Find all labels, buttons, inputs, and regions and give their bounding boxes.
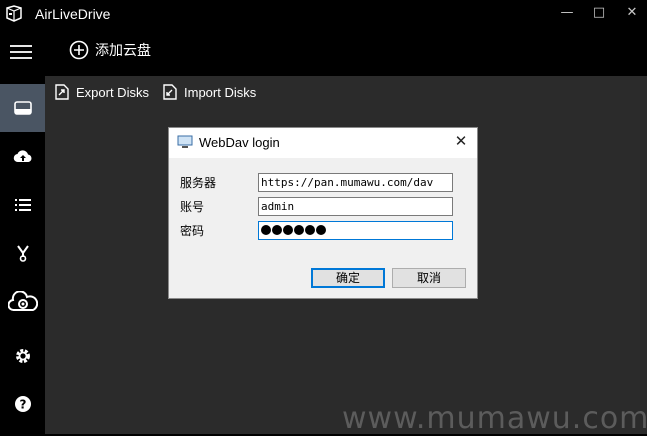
app-logo-icon <box>6 5 22 22</box>
import-disks-button[interactable]: Import Disks <box>163 84 256 100</box>
gear-icon <box>15 349 30 363</box>
server-input[interactable]: https://pan.mumawu.com/dav <box>258 173 453 192</box>
sidebar-item-upload[interactable] <box>0 133 45 181</box>
password-mask-dot <box>261 225 271 235</box>
dialog-title-bar: WebDav login ✕ <box>169 128 477 158</box>
account-input[interactable]: admin <box>258 197 453 216</box>
sidebar-item-list[interactable] <box>0 181 45 229</box>
import-file-icon <box>163 84 177 100</box>
password-input[interactable] <box>258 221 453 240</box>
cloud-upload-icon <box>13 150 31 163</box>
password-mask-dot <box>305 225 315 235</box>
export-disks-button[interactable]: Export Disks <box>55 84 149 100</box>
sidebar-item-cloud-settings[interactable] <box>0 278 45 326</box>
sidebar-item-drives[interactable] <box>0 84 45 132</box>
app-title: AirLiveDrive <box>35 6 111 22</box>
list-icon <box>14 199 31 211</box>
password-mask-dot <box>316 225 326 235</box>
sidebar-item-settings[interactable] <box>0 332 45 380</box>
help-icon: ? <box>14 396 31 412</box>
plus-circle-icon <box>69 40 89 60</box>
cloud-gear-icon <box>7 291 38 311</box>
export-file-icon <box>55 84 69 100</box>
cancel-button[interactable]: 取消 <box>392 268 466 288</box>
dialog-close-icon[interactable]: ✕ <box>453 133 469 149</box>
password-label: 密码 <box>180 224 205 238</box>
password-mask-dot <box>294 225 304 235</box>
sidebar-item-branch[interactable] <box>0 229 45 277</box>
dialog-title: WebDav login <box>199 135 280 150</box>
account-label: 账号 <box>180 200 205 214</box>
webdav-login-dialog: WebDav login ✕ 服务器 https://pan.mumawu.co… <box>168 127 478 299</box>
close-button[interactable]: ✕ <box>615 0 647 28</box>
monitor-icon <box>177 135 193 148</box>
password-mask-dot <box>283 225 293 235</box>
watermark-text: www.mumawu.com <box>342 401 647 436</box>
minimize-button[interactable]: — <box>550 0 584 28</box>
add-cloud-button[interactable]: 添加云盘 <box>69 40 151 60</box>
add-cloud-label: 添加云盘 <box>95 43 151 59</box>
y-branch-icon <box>16 245 29 262</box>
title-bar: AirLiveDrive — □ ✕ <box>0 0 647 28</box>
server-label: 服务器 <box>180 176 217 190</box>
menu-icon[interactable] <box>10 45 32 59</box>
svg-text:?: ? <box>19 398 26 412</box>
import-disks-label: Import Disks <box>184 84 257 100</box>
drive-icon <box>13 101 32 115</box>
ok-button[interactable]: 确定 <box>311 268 385 288</box>
sidebar-item-help[interactable]: ? <box>0 380 45 428</box>
maximize-button[interactable]: □ <box>582 0 616 28</box>
password-mask-dot <box>272 225 282 235</box>
export-disks-label: Export Disks <box>76 84 149 100</box>
sidebar: ? <box>0 76 45 434</box>
toolbar: 添加云盘 <box>0 28 647 76</box>
